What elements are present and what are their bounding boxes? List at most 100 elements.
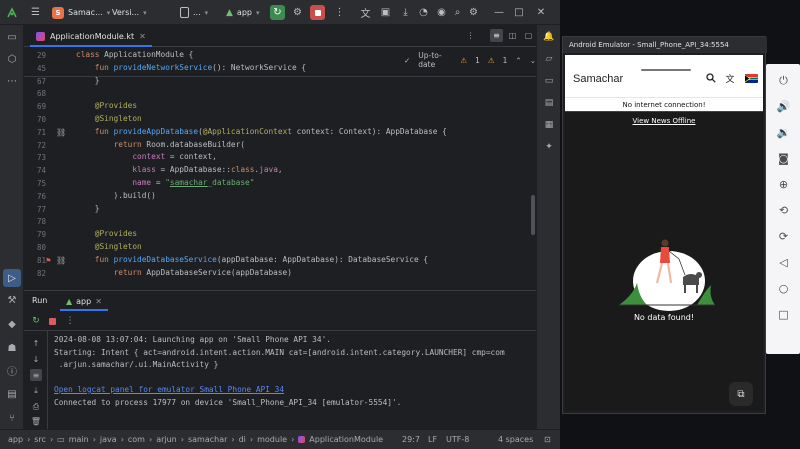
running-devices-icon[interactable]: ▦ [543, 119, 555, 131]
drag-handle[interactable] [641, 69, 691, 71]
code-line[interactable]: fun provideAppDatabase(@ApplicationConte… [76, 127, 447, 136]
profile-icon[interactable]: ◔ [416, 5, 431, 20]
gradle-tool-icon[interactable]: ▱ [543, 53, 555, 65]
code-editor[interactable]: 29 class ApplicationModule { 45 fun provid… [24, 47, 536, 290]
line-number[interactable]: 74 [24, 166, 46, 175]
overview-icon[interactable]: □ [777, 308, 790, 321]
volume-up-icon[interactable]: 🔊 [777, 100, 791, 113]
line-number[interactable]: 78 [24, 217, 46, 226]
device-file-explorer-icon[interactable]: ▤ [543, 97, 555, 109]
device-selector[interactable]: ... ▾ [180, 4, 208, 21]
chevron-up-icon[interactable]: ⌃ [515, 56, 521, 65]
power-icon[interactable]: ⏻ [777, 74, 790, 87]
device-manager-icon[interactable]: ▣ [378, 5, 393, 20]
main-menu-icon[interactable]: ☰ [28, 5, 43, 20]
design-view-icon[interactable]: ▢ [522, 29, 535, 42]
problems-icon[interactable]: ⓘ [5, 363, 19, 378]
warning-icon[interactable]: ⚠ [460, 56, 467, 65]
line-number[interactable]: 70 [24, 115, 46, 124]
editor-scrollbar[interactable] [531, 195, 535, 235]
user-icon[interactable]: ◉ [434, 5, 449, 20]
minimize-icon[interactable]: — [492, 5, 506, 19]
zoom-icon[interactable]: ⊕ [777, 178, 790, 191]
line-number[interactable]: 72 [24, 141, 46, 150]
line-number[interactable]: 82 [24, 269, 46, 278]
code-line[interactable]: return AppDatabaseService(appDatabase) [76, 268, 292, 277]
gemini-icon[interactable]: ✦ [543, 141, 555, 153]
cursor-position[interactable]: 29:7 [402, 435, 420, 444]
line-number[interactable]: 29 [24, 51, 46, 60]
breadcrumb-item[interactable]: app [8, 435, 23, 444]
indent-setting[interactable]: 4 spaces [498, 435, 533, 444]
view-news-offline-link[interactable]: View News Offline [565, 117, 763, 125]
back-icon[interactable]: ◁ [777, 256, 790, 269]
rerun-icon[interactable]: ↻ [30, 315, 42, 327]
translate-icon[interactable]: 文 [358, 5, 373, 20]
code-lines[interactable]: 29 class ApplicationModule { 45 fun provid… [24, 47, 536, 290]
breadcrumb-item[interactable]: ApplicationModule [309, 435, 383, 444]
rerun-button[interactable]: ↻ [270, 5, 285, 20]
language-icon[interactable]: 文 [724, 72, 736, 85]
saved-news-fab[interactable]: ⧉ [729, 382, 753, 406]
code-line[interactable]: fun provideDatabaseService(appDatabase: … [76, 255, 428, 264]
breadcrumb-item[interactable]: di [239, 435, 246, 444]
apply-changes-icon[interactable]: ⚙ [290, 5, 305, 20]
line-number[interactable]: 79 [24, 230, 46, 239]
split-view-icon[interactable]: ◫ [506, 29, 519, 42]
device-manager-tool-icon[interactable]: ▭ [543, 75, 555, 87]
more-tabs-icon[interactable]: ⋮ [464, 29, 477, 42]
country-flag-icon[interactable] [745, 74, 758, 83]
breadcrumb-item[interactable]: arjun [156, 435, 177, 444]
line-number[interactable]: 69 [24, 102, 46, 111]
file-encoding[interactable]: UTF-8 [446, 435, 469, 444]
stop-button[interactable] [310, 5, 325, 20]
run-tab-app[interactable]: ▲ app ✕ [60, 293, 108, 311]
code-line[interactable]: name = "samachar_database" [76, 178, 254, 187]
search-icon[interactable]: ⌕ [450, 5, 465, 20]
close-icon[interactable]: ✕ [95, 297, 102, 306]
line-number[interactable]: 71 [24, 128, 46, 137]
code-line[interactable]: ).build() [76, 191, 156, 200]
code-line[interactable]: context = context, [76, 152, 217, 161]
breadcrumb-item[interactable]: src [34, 435, 46, 444]
rotate-left-icon[interactable]: ⟲ [777, 204, 790, 217]
console-output[interactable]: 2024-08-08 13:07:04: Launching app on 'S… [24, 331, 536, 430]
line-number[interactable]: 81 [24, 256, 46, 265]
run-tool-icon[interactable]: ▷ [3, 269, 21, 287]
more-tools-icon[interactable]: ⋯ [5, 74, 19, 88]
line-number[interactable]: 45 [24, 64, 46, 73]
code-line[interactable]: } [76, 76, 100, 85]
breadcrumb-item[interactable]: module [257, 435, 287, 444]
inject-gutter-icon[interactable]: ⛓ [56, 256, 66, 265]
code-line[interactable]: class ApplicationModule { [76, 50, 193, 59]
code-line[interactable]: @Provides [76, 101, 137, 110]
line-number[interactable]: 77 [24, 205, 46, 214]
line-number[interactable]: 76 [24, 192, 46, 201]
code-view-icon[interactable]: ≡ [490, 29, 503, 42]
run-config-selector[interactable]: ▲ app ▾ [226, 4, 260, 21]
line-number[interactable]: 75 [24, 179, 46, 188]
breadcrumb-item[interactable]: com [128, 435, 145, 444]
line-separator[interactable]: LF [428, 435, 437, 444]
notifications-icon[interactable]: 🔔 [543, 31, 555, 43]
code-line[interactable]: } [76, 204, 100, 213]
tab-application-module[interactable]: ApplicationModule.kt ✕ [30, 27, 152, 47]
code-line[interactable]: @Singleton [76, 242, 142, 251]
breadcrumb-item[interactable]: java [100, 435, 117, 444]
weak-warning-icon[interactable]: ⚠ [488, 56, 495, 65]
commit-icon[interactable]: ⬡ [5, 52, 19, 66]
gutter-marker-icon[interactable]: ⚑ [46, 256, 51, 265]
volume-down-icon[interactable]: 🔉 [777, 126, 791, 139]
close-icon[interactable]: ✕ [139, 32, 146, 41]
logcat-link[interactable]: Open logcat panel for emulator Small Pho… [54, 385, 284, 394]
lock-icon[interactable]: ⊡ [544, 435, 551, 444]
line-number[interactable]: 67 [24, 77, 46, 86]
code-line[interactable]: @Provides [76, 229, 137, 238]
inject-gutter-icon[interactable]: ⛓ [56, 128, 66, 137]
project-selector[interactable]: S Samac... ▾ [52, 4, 110, 21]
line-number[interactable]: 68 [24, 89, 46, 98]
search-icon[interactable] [705, 72, 717, 84]
line-number[interactable]: 80 [24, 243, 46, 252]
vcs-selector[interactable]: Versi... ▾ [112, 4, 147, 21]
terminal-icon[interactable]: ▤ [5, 387, 19, 401]
